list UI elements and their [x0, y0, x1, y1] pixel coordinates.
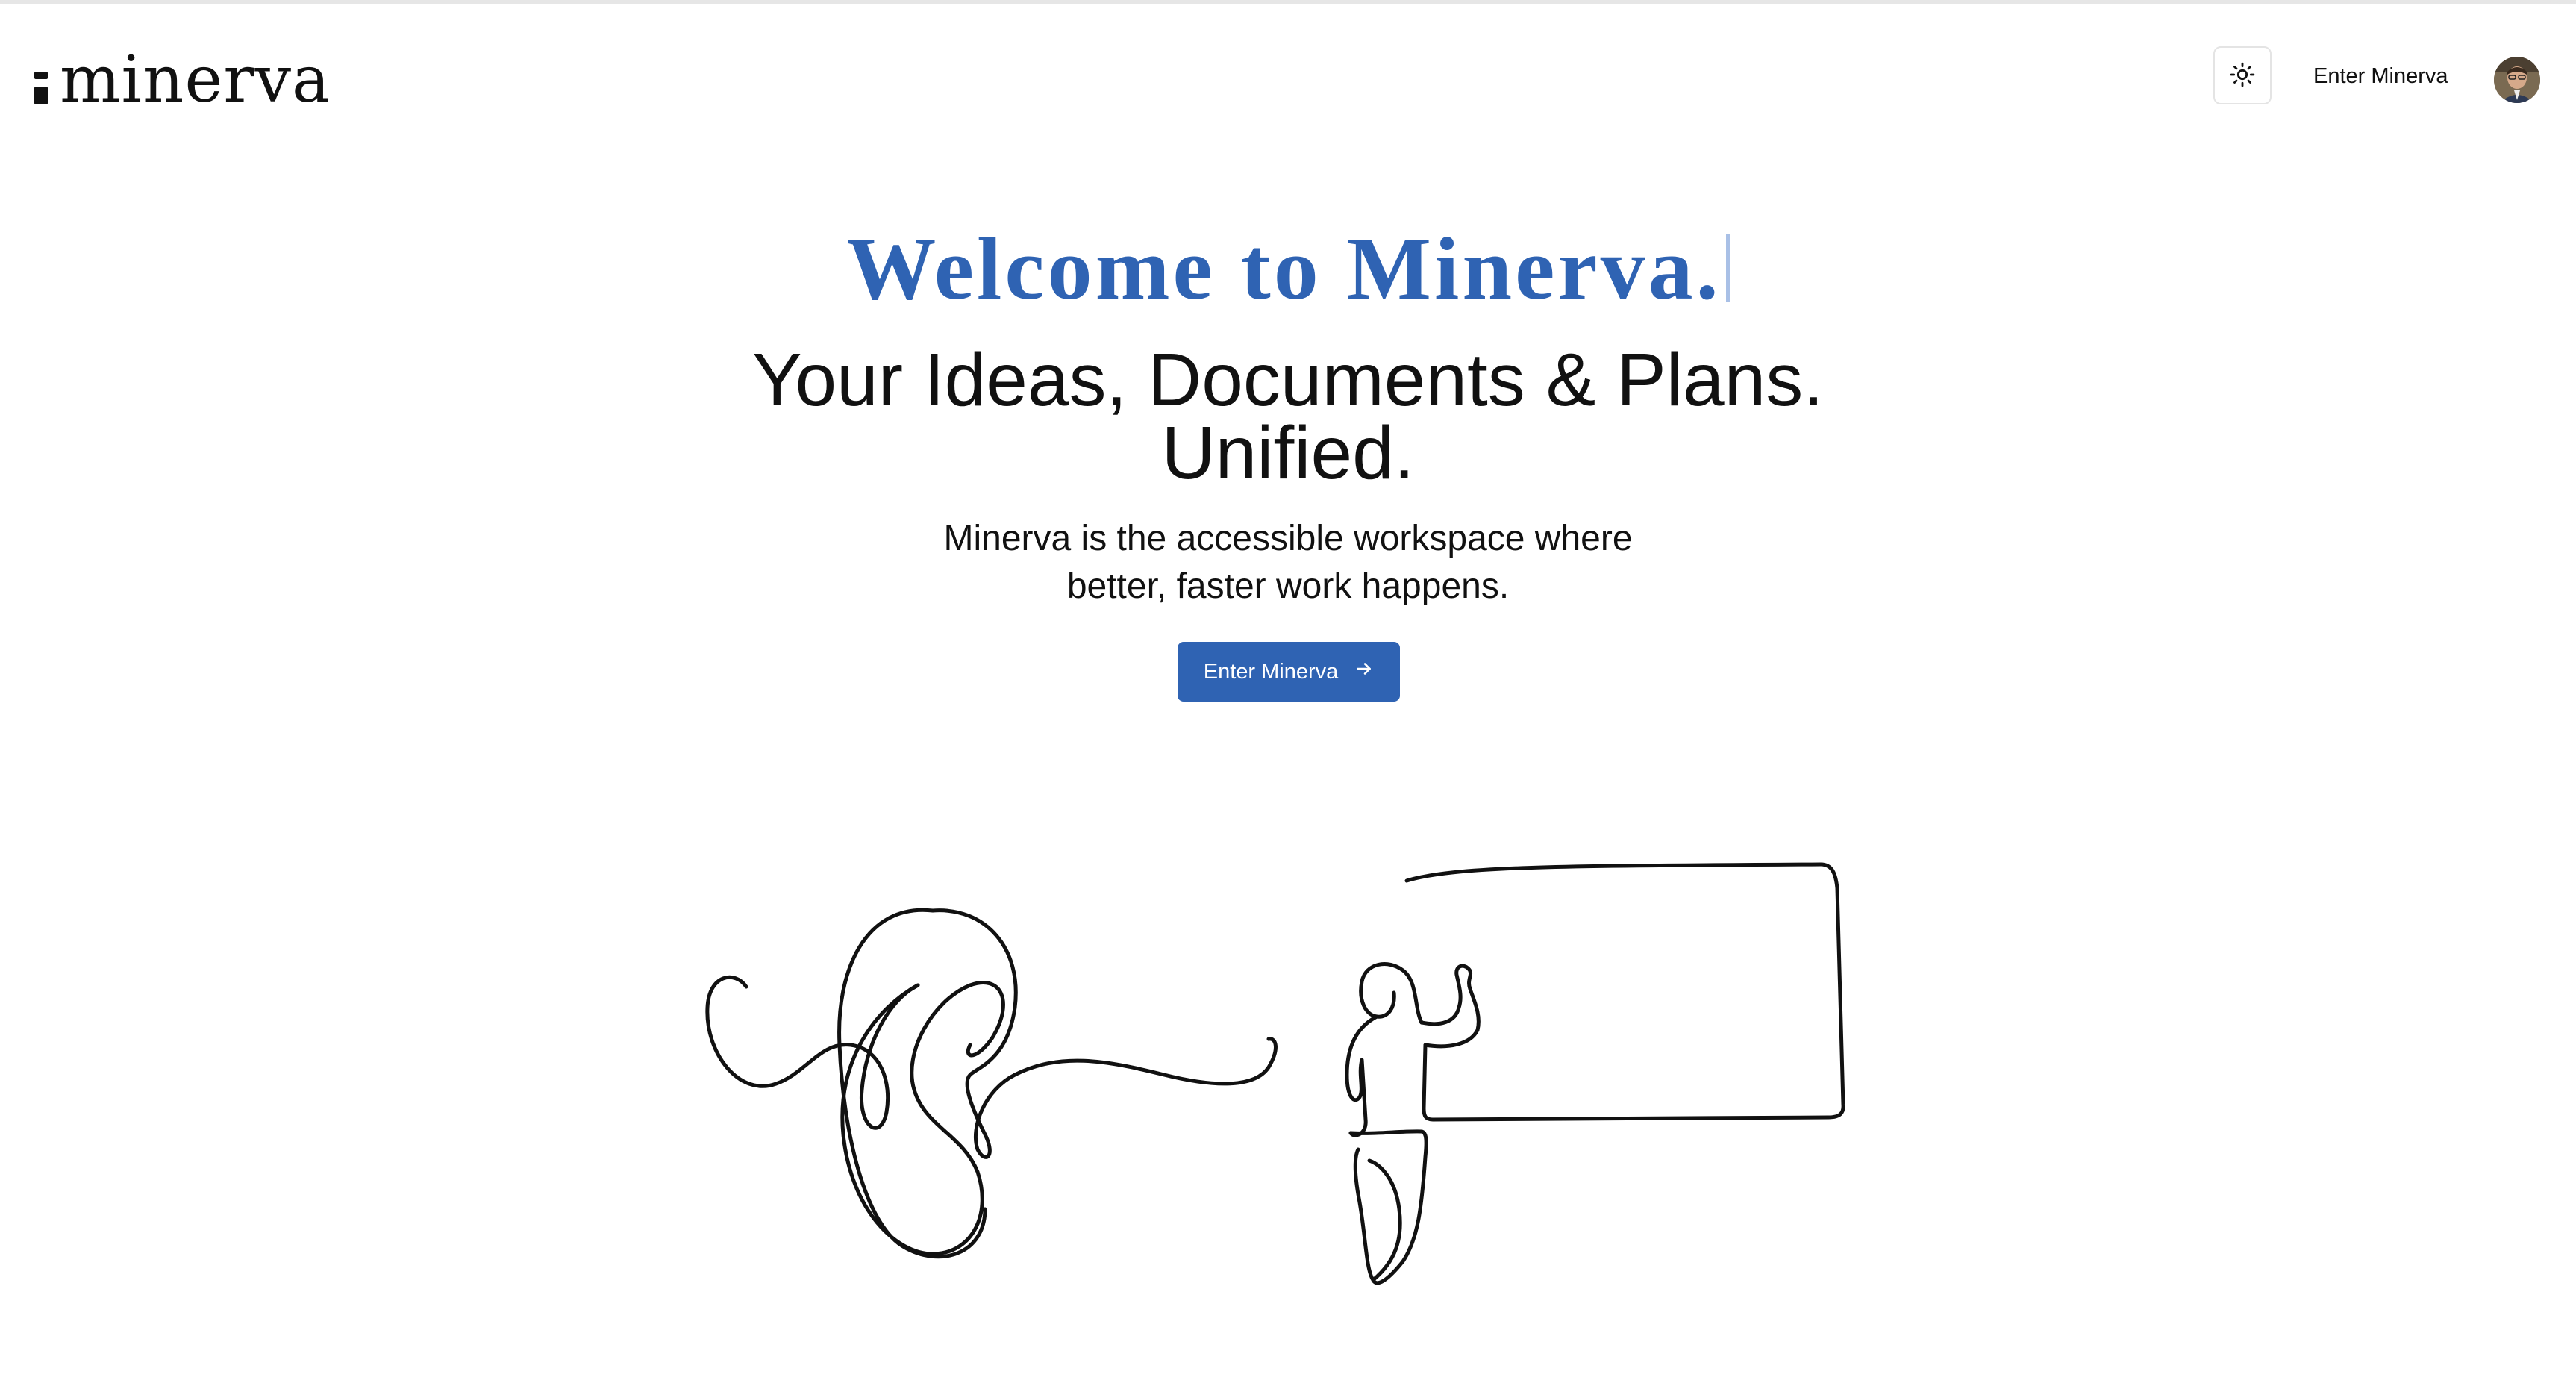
user-avatar[interactable]	[2494, 57, 2540, 103]
subtext-line-2: better, faster work happens.	[1066, 567, 1510, 606]
headline-line-1: Your Ideas, Documents & Plans.	[752, 338, 1824, 422]
ear-illustration-icon	[705, 908, 1278, 1259]
person-whiteboard-illustration-icon	[1345, 862, 1845, 1285]
logo-text: minerva	[60, 43, 331, 117]
minerva-logo[interactable]: minerva	[34, 46, 331, 113]
arrow-right-icon	[1354, 659, 1374, 684]
enter-minerva-button[interactable]: Enter Minerva	[1178, 642, 1400, 702]
typing-cursor	[1725, 234, 1730, 302]
site-header: minerva Enter Minerva	[0, 4, 2576, 146]
subtext-line-1: Minerva is the accessible workspace wher…	[943, 519, 1633, 558]
sun-icon	[2230, 62, 2255, 90]
hero-section: Welcome to Minerva. Your Ideas, Document…	[0, 224, 2576, 611]
headline-line-2: Unified.	[1161, 411, 1415, 495]
logo-mark-icon	[34, 72, 49, 104]
welcome-heading: Welcome to Minerva.	[0, 224, 2576, 321]
subtext: Minerva is the accessible workspace wher…	[0, 515, 2576, 611]
headline: Your Ideas, Documents & Plans. Unified.	[0, 343, 2576, 490]
enter-minerva-nav-link[interactable]: Enter Minerva	[2313, 64, 2448, 89]
hero-illustration	[0, 821, 2576, 1388]
theme-toggle-button[interactable]	[2213, 46, 2272, 104]
cta-label: Enter Minerva	[1203, 659, 1339, 684]
